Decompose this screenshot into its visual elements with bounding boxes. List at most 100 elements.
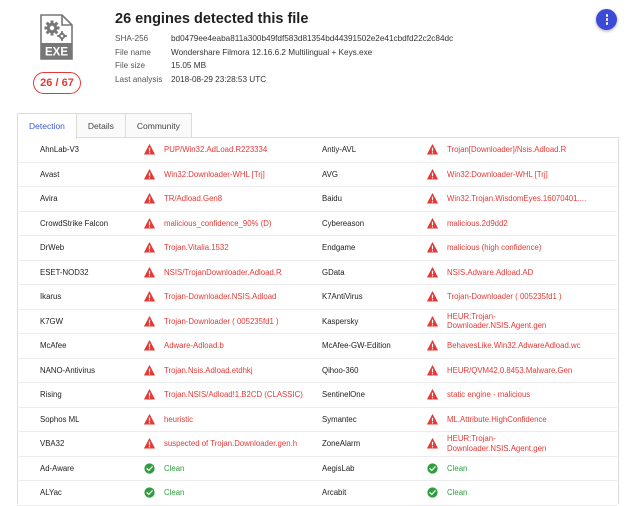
engine-name: SentinelOne	[322, 390, 365, 399]
engine-name: Symantec	[322, 414, 357, 424]
file-header: EXE 26 / 67 26 engines detected this fil…	[0, 0, 640, 112]
detection-table: AhnLab-V3 PUP/Win32.AdLoad.R223334 Antiy-A…	[17, 138, 617, 506]
result-text: malicious (high confidence)	[447, 243, 542, 252]
engine-name: NANO-Antivirus	[40, 365, 96, 375]
tab-details[interactable]: Details	[75, 113, 126, 138]
table-row: Avira TR/Adload.Gen8 Baidu Win32.Trojan.Wis…	[17, 187, 617, 212]
tab-detection[interactable]: Detection	[17, 113, 77, 139]
result-text: PUP/Win32.AdLoad.R223334	[164, 145, 268, 154]
result-text: static engine - malicious	[447, 390, 531, 399]
result-text-line: HEUR:Trojan-	[447, 434, 496, 444]
engine-name: GData	[322, 267, 345, 277]
alert-triangle-icon	[427, 365, 438, 376]
result-text: Clean	[164, 488, 185, 497]
alert-triangle-icon	[144, 169, 155, 180]
table-row: ALYac Clean Arcabit Clean	[17, 481, 617, 506]
result-text: Trojan.NSIS/Adload!1.B2CD (CLASSIC)	[164, 390, 303, 399]
check-circle-icon	[144, 487, 155, 498]
engine-name: AegisLab	[322, 463, 355, 473]
engine-name: Baidu	[322, 194, 342, 203]
result-text-line: Downloader.NSIS.Agent.gen	[447, 443, 547, 453]
more-vert-icon	[605, 22, 609, 25]
detection-result: malicious_confidence_90% (D)	[144, 212, 271, 236]
table-row: Rising Trojan.NSIS/Adload!1.B2CD (CLASSIC…	[17, 383, 617, 408]
table-row: Sophos ML heuristic Symantec ML.Attribute.H…	[17, 408, 617, 432]
detection-result: ML.Attribute.HighConfidence	[427, 408, 547, 432]
check-circle-icon	[427, 487, 438, 498]
check-circle-icon	[144, 463, 155, 474]
table-row: McAfee Adware-Adload.b McAfee-GW-Edition Be…	[17, 334, 617, 359]
engine-name: Avira	[40, 194, 58, 203]
page-title: 26 engines detected this file	[115, 11, 309, 27]
result-text: HEUR:Trojan- Downloader.NSIS.Agent.gen	[447, 434, 546, 453]
result-text: TR/Adload.Gen8	[164, 194, 223, 203]
meta-row-file-name: File name Wondershare Filmora 12.16.6.2 M…	[115, 47, 373, 57]
detection-result: Trojan[Downloader]/Nsis.Adload.R	[427, 138, 566, 162]
check-circle-icon	[427, 463, 438, 474]
engine-name: Arcabit	[322, 488, 347, 497]
tab-community[interactable]: Community	[124, 113, 192, 138]
detection-result: malicious.2d9dd2	[427, 212, 508, 236]
table-row: Avast Win32:Downloader-WHL [Trj] AVG Win32:…	[17, 163, 617, 187]
exe-file-icon: EXE	[40, 14, 73, 60]
detection-result: Trojan.Nsis.Adload.etdhkj	[144, 359, 253, 383]
detection-result: suspected of Trojan.Downloader.gen.h	[144, 432, 297, 456]
detection-result: Clean	[427, 481, 467, 505]
result-text: heuristic	[164, 414, 194, 424]
result-text: NSIS.Adware.Adload.AD	[447, 267, 534, 277]
alert-triangle-icon	[144, 414, 155, 425]
engine-name: AVG	[322, 169, 338, 179]
result-text: HEUR:Trojan- Downloader.NSIS.Agent.gen	[447, 312, 546, 331]
engine-name: AhnLab-V3	[40, 145, 80, 154]
result-text: Clean	[447, 488, 468, 497]
alert-triangle-icon	[144, 193, 155, 204]
alert-triangle-icon	[427, 242, 438, 253]
detection-result: HEUR:Trojan- Downloader.NSIS.Agent.gen	[427, 432, 546, 456]
result-text: Trojan-Downloader ( 005235fd1 )	[164, 316, 279, 326]
alert-triangle-icon	[144, 365, 155, 376]
detection-result: Win32.Trojan.WisdomEyes.16070401....	[427, 187, 586, 211]
alert-triangle-icon	[144, 389, 155, 400]
result-text: malicious.2d9dd2	[447, 218, 508, 228]
alert-triangle-icon	[427, 340, 438, 351]
alert-triangle-icon	[144, 218, 155, 229]
detection-result: Trojan-Downloader ( 005235fd1 )	[144, 310, 279, 334]
table-row: CrowdStrike Falcon malicious_confidence_9…	[17, 212, 617, 236]
result-text: Win32:Downloader-WHL [Trj]	[447, 169, 548, 179]
alert-triangle-icon	[144, 144, 155, 155]
alert-triangle-icon	[144, 316, 155, 327]
detection-result: PUP/Win32.AdLoad.R223334	[144, 138, 267, 162]
result-text: Trojan-Downloader ( 005235fd1 )	[447, 292, 562, 301]
result-text: Win32.Trojan.WisdomEyes.16070401....	[447, 194, 587, 203]
detection-result: Win32:Downloader-WHL [Trj]	[427, 163, 548, 187]
detection-result: TR/Adload.Gen8	[144, 187, 222, 211]
meta-row-last-analysis: Last analysis 2018-08-29 23:28:53 UTC	[115, 74, 267, 84]
detection-result: HEUR/QVM42.0.8453.Malware.Gen	[427, 359, 572, 383]
result-text: HEUR/QVM42.0.8453.Malware.Gen	[447, 365, 573, 375]
detection-result: malicious (high confidence)	[427, 236, 541, 260]
result-text: Trojan.Nsis.Adload.etdhkj	[164, 365, 253, 375]
table-row: K7GW Trojan-Downloader ( 005235fd1 ) Kaspe…	[17, 310, 617, 334]
table-row: AhnLab-V3 PUP/Win32.AdLoad.R223334 Antiy-A…	[17, 138, 617, 163]
alert-triangle-icon	[427, 291, 438, 302]
table-row: VBA32 suspected of Trojan.Downloader.gen.…	[17, 432, 617, 457]
alert-triangle-icon	[144, 291, 155, 302]
tab-bar: Detection Details Community	[17, 113, 192, 139]
file-metadata: SHA-256 bd0479ee4eaba811a300b49fdf583d813…	[115, 32, 453, 86]
alert-triangle-icon	[427, 144, 438, 155]
engine-name: ESET-NOD32	[40, 267, 89, 277]
engine-name: Kaspersky	[322, 316, 359, 326]
result-text: Trojan[Downloader]/Nsis.Adload.R	[447, 145, 567, 154]
detection-result: Trojan.Vitalia.1532	[144, 236, 229, 260]
table-row: DrWeb Trojan.Vitalia.1532 Endgame malicious…	[17, 236, 617, 261]
alert-triangle-icon	[427, 414, 438, 425]
detection-result: BehavesLike.Win32.AdwareAdload.wc	[427, 334, 581, 358]
detection-result: heuristic	[144, 408, 193, 432]
detection-result: Clean	[144, 481, 184, 505]
more-vert-icon	[605, 18, 609, 21]
table-row: ESET-NOD32 NSIS/TrojanDownloader.Adload.R…	[17, 261, 617, 285]
table-row: NANO-Antivirus Trojan.Nsis.Adload.etdhkj Q…	[17, 359, 617, 383]
more-options-button[interactable]	[596, 9, 617, 30]
engine-name: CrowdStrike Falcon	[40, 218, 109, 228]
result-text: Trojan.Vitalia.1532	[164, 243, 229, 252]
